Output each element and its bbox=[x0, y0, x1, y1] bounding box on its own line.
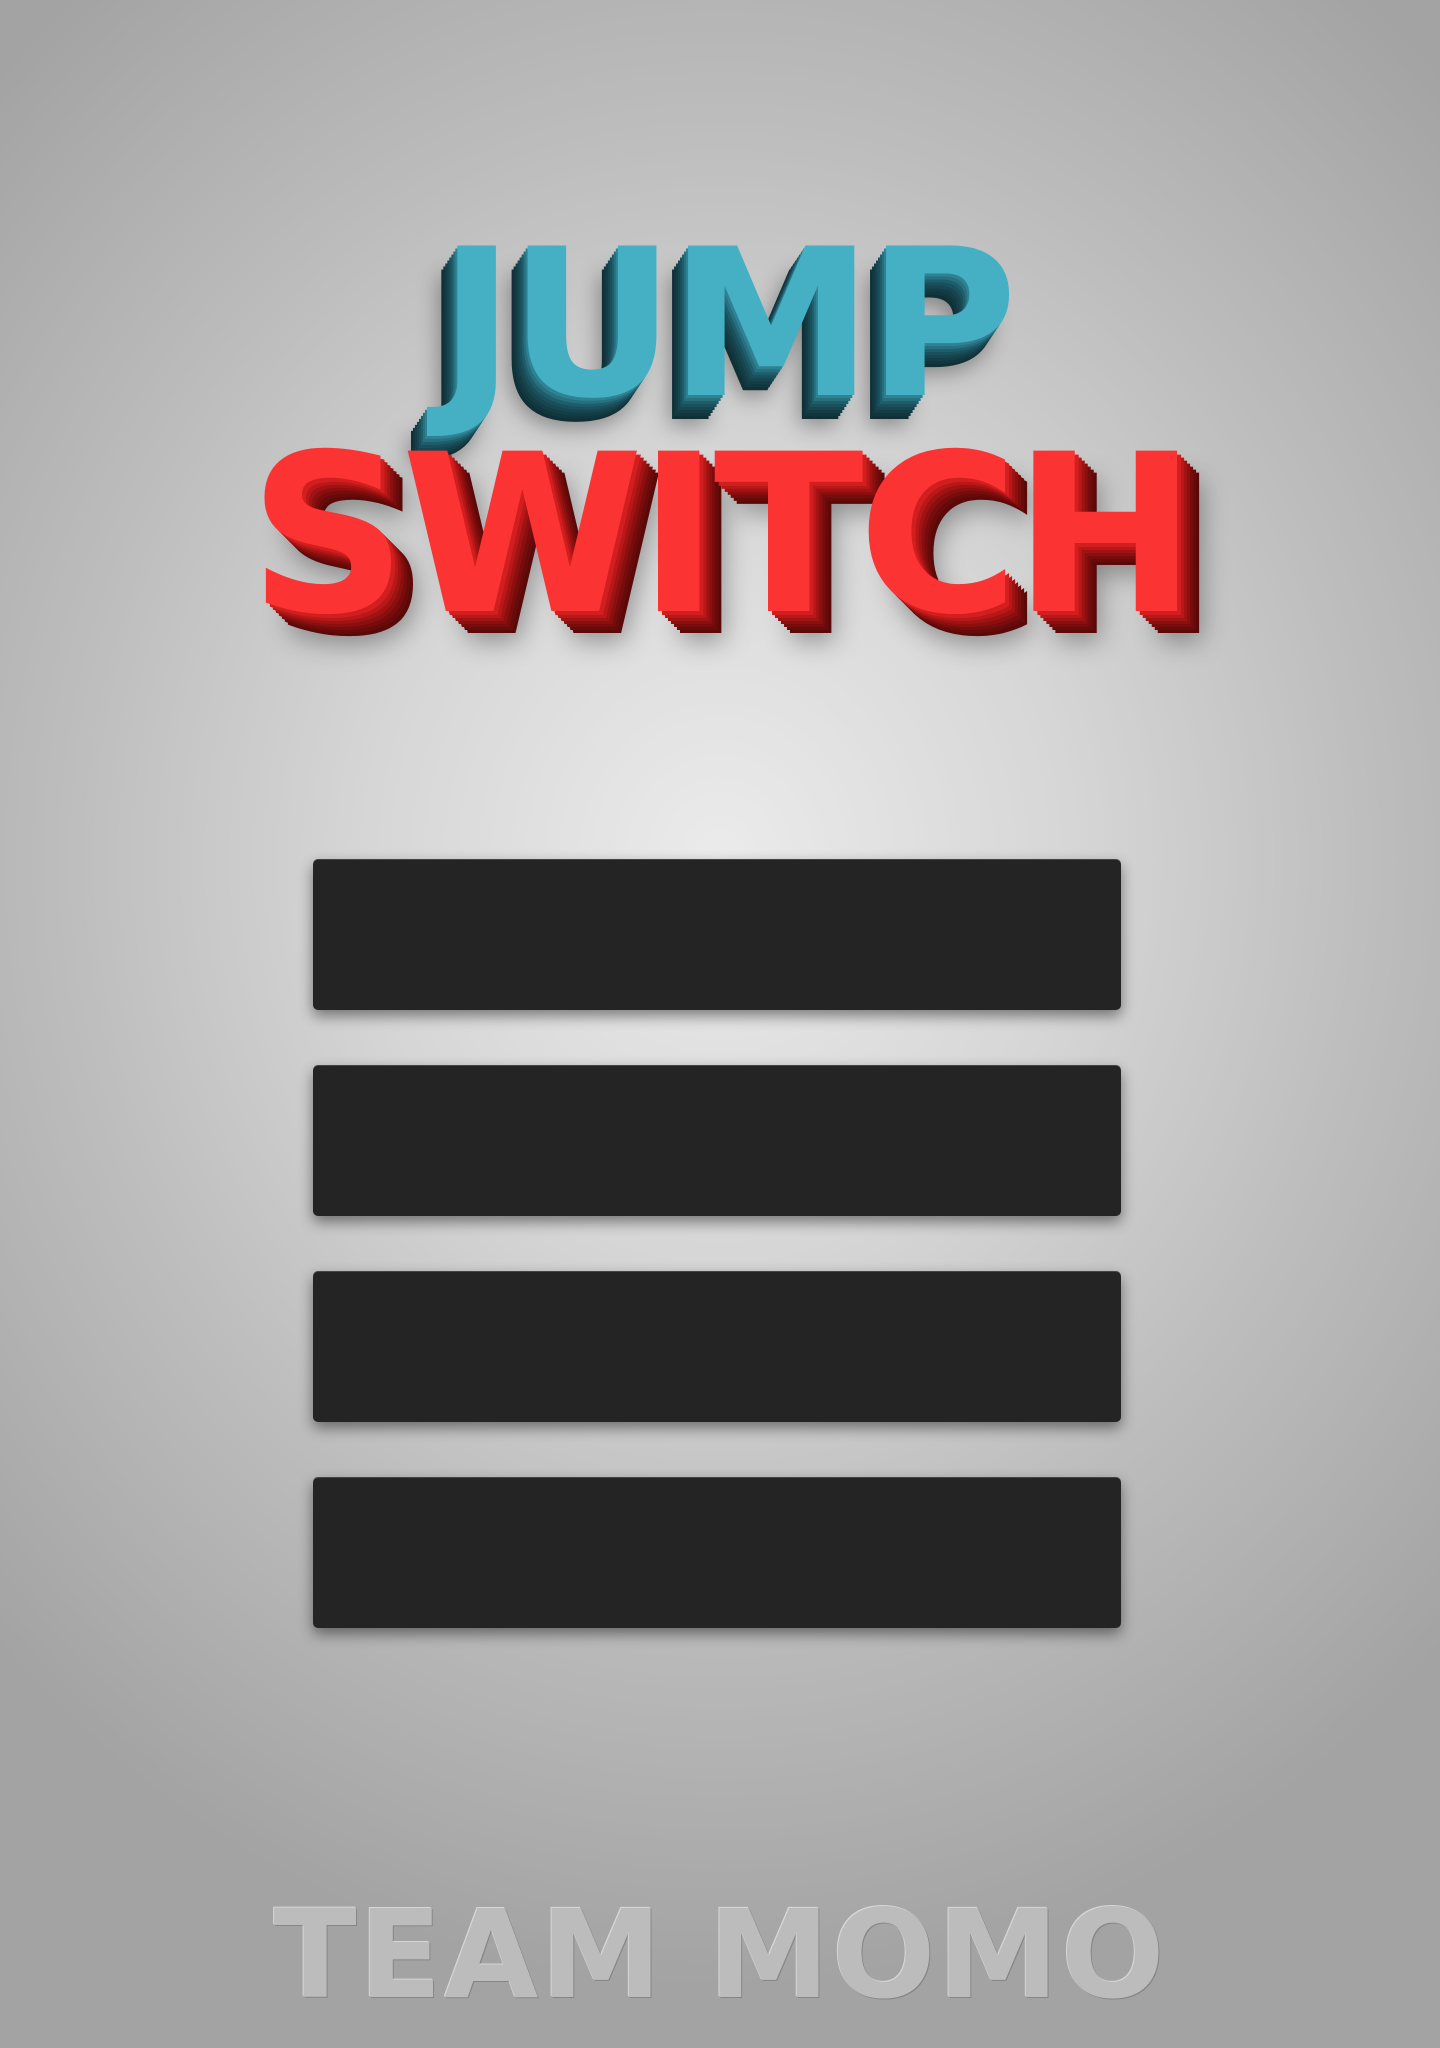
game-logo: JUMP SWITCH bbox=[0, 220, 1440, 680]
menu-button-2-label bbox=[313, 1065, 1121, 1216]
team-credit: TEAM MOMO bbox=[273, 1884, 1167, 2026]
menu-button-2[interactable] bbox=[313, 1065, 1121, 1216]
logo-line-switch: SWITCH bbox=[248, 407, 1198, 663]
menu-button-1-label bbox=[313, 859, 1121, 1010]
menu-button-3-label bbox=[313, 1271, 1121, 1422]
menu-button-1[interactable] bbox=[313, 859, 1121, 1010]
logo-line-jump: JUMP bbox=[438, 206, 1018, 444]
menu-button-3[interactable] bbox=[313, 1271, 1121, 1422]
menu-button-4[interactable] bbox=[313, 1477, 1121, 1628]
main-menu bbox=[313, 859, 1121, 1683]
menu-button-4-label bbox=[313, 1477, 1121, 1628]
title-screen: JUMP SWITCH TEAM MOMO bbox=[0, 0, 1440, 2048]
